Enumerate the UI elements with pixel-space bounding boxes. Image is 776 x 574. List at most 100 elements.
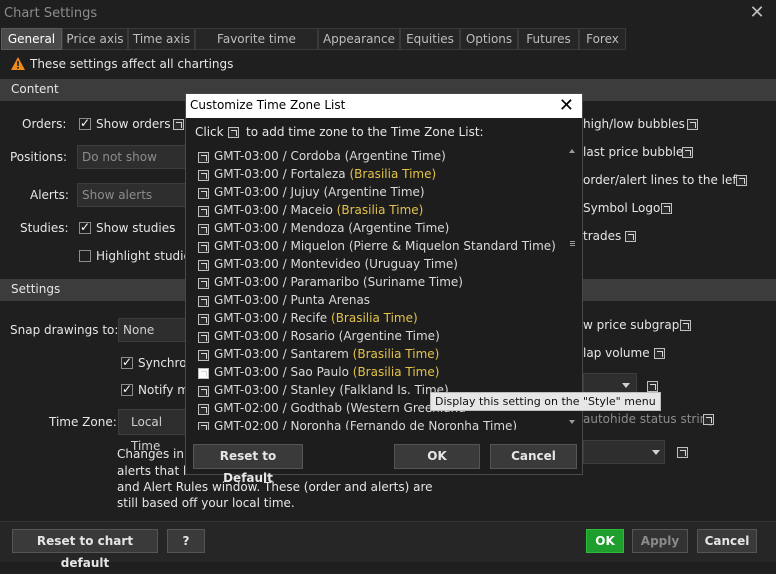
style-menu-icon[interactable]: [173, 119, 184, 130]
cancel-button[interactable]: Cancel: [697, 529, 757, 553]
dialog-titlebar: Customize Time Zone List ✕: [186, 94, 582, 118]
tab-price-axis[interactable]: Price axis: [62, 28, 128, 50]
style-menu-icon[interactable]: [736, 175, 747, 186]
add-time-zone-icon[interactable]: [198, 296, 209, 307]
time-zone-name: GMT-03:00 / Recife: [214, 311, 328, 325]
dialog-ok-button[interactable]: OK: [394, 444, 480, 469]
time-zone-name: GMT-02:00 / Noronha (Fernando de Noronha…: [214, 419, 518, 430]
chevron-down-icon: [652, 450, 660, 455]
tab-futures[interactable]: Futures: [518, 28, 579, 50]
add-time-zone-icon[interactable]: [198, 152, 209, 163]
add-time-zone-icon[interactable]: [198, 260, 209, 271]
tab-options[interactable]: Options: [460, 28, 518, 50]
add-time-zone-icon[interactable]: [198, 314, 209, 325]
time-zone-name: GMT-03:00 / Fortaleza: [214, 167, 346, 181]
section-settings-title: Settings: [11, 282, 61, 296]
add-time-zone-icon[interactable]: [198, 350, 209, 361]
time-zone-label: GMT-03:00 / Miquelon (Pierre & Miquelon …: [214, 239, 556, 253]
style-menu-tooltip: Display this setting on the "Style" menu: [430, 392, 661, 411]
time-zone-name: GMT-03:00 / Sao Paulo: [214, 365, 349, 379]
style-menu-icon[interactable]: [682, 147, 693, 158]
order-alert-lines-label: order/alert lines to the left: [583, 173, 742, 187]
time-zone-name: GMT-03:00 / Cordoba (Argentine Time): [214, 149, 446, 163]
close-icon[interactable]: ✕: [559, 94, 574, 118]
style-menu-icon[interactable]: [647, 381, 658, 392]
positions-label: Positions:: [10, 150, 68, 164]
add-time-zone-icon[interactable]: [198, 278, 209, 289]
time-zone-list[interactable]: GMT-03:00 / Cordoba (Argentine Time) GMT-…: [194, 146, 578, 430]
positions-dropdown[interactable]: Do not show: [77, 145, 187, 169]
time-zone-label: GMT-03:00 / Rosario (Argentine Time): [214, 329, 440, 343]
time-zone-label: GMT-03:00 / Cordoba (Argentine Time): [214, 149, 446, 163]
style-menu-icon[interactable]: [625, 231, 636, 242]
time-zone-label: GMT-03:00 / Montevideo (Uruguay Time): [214, 257, 458, 271]
time-zone-name: GMT-03:00 / Paramaribo (Suriname Time): [214, 275, 463, 289]
tab-general[interactable]: General: [1, 28, 62, 50]
show-studies-label: Show studies: [96, 221, 176, 235]
apply-button[interactable]: Apply: [632, 529, 688, 553]
add-time-zone-icon[interactable]: [198, 368, 209, 379]
add-time-zone-icon[interactable]: [198, 170, 209, 181]
highlight-studies-checkbox[interactable]: [79, 250, 91, 262]
time-zone-name: GMT-02:00 / Godthab (Western Greenland: [214, 401, 466, 415]
time-zone-name: GMT-03:00 / Jujuy (Argentine Time): [214, 185, 425, 199]
tab-appearance[interactable]: Appearance: [318, 28, 400, 50]
time-zone-highlight: (Brasilia Time): [352, 347, 440, 361]
time-zone-label: Time Zone:: [49, 415, 117, 429]
style-menu-icon[interactable]: [703, 414, 714, 425]
studies-label: Studies:: [20, 221, 69, 235]
window-titlebar: Chart Settings ✕: [0, 0, 776, 28]
time-zone-label: GMT-03:00 / Paramaribo (Suriname Time): [214, 275, 463, 289]
add-time-zone-icon[interactable]: [198, 206, 209, 217]
time-zone-highlight: (Brasilia Time): [349, 167, 437, 181]
trades-label: trades: [583, 229, 622, 243]
help-button[interactable]: ?: [167, 529, 205, 553]
style-menu-icon[interactable]: [661, 203, 672, 214]
close-icon[interactable]: ✕: [748, 3, 766, 23]
tab-time-axis[interactable]: Time axis: [128, 28, 195, 50]
ok-button[interactable]: OK: [586, 529, 624, 553]
add-time-zone-icon[interactable]: [198, 242, 209, 253]
add-time-zone-icon[interactable]: [198, 224, 209, 235]
time-zone-label: GMT-03:00 / Sao Paulo (Brasilia Time): [214, 365, 439, 379]
highlight-studies-label: Highlight studies: [96, 249, 198, 263]
show-orders-checkbox[interactable]: [79, 116, 91, 130]
tab-favorite-time-frames[interactable]: Favorite time frames: [195, 28, 318, 66]
add-time-zone-icon[interactable]: [198, 422, 209, 430]
snap-drawings-dropdown[interactable]: None: [118, 318, 188, 342]
style-menu-icon[interactable]: [680, 320, 691, 331]
price-subgraph-label: w price subgraph: [583, 318, 687, 332]
time-zone-name: GMT-03:00 / Miquelon (Pierre & Miquelon …: [214, 239, 556, 253]
style-menu-icon[interactable]: [654, 348, 665, 359]
reset-to-chart-default-button[interactable]: Reset to chart default: [12, 529, 158, 570]
dialog-instruction-prefix: Click: [195, 125, 224, 139]
notice-text: These settings affect all chartings: [30, 57, 234, 71]
tab-forex[interactable]: Forex: [579, 28, 626, 50]
time-zone-name: GMT-03:00 / Maceio: [214, 203, 333, 217]
add-time-zone-icon[interactable]: [198, 332, 209, 343]
style-menu-icon[interactable]: [677, 447, 688, 458]
dialog-cancel-button[interactable]: Cancel: [490, 444, 577, 469]
reset-to-default-button[interactable]: Reset to Default: [193, 444, 303, 485]
add-time-zone-icon[interactable]: [198, 188, 209, 199]
time-zone-name: GMT-03:00 / Rosario (Argentine Time): [214, 329, 440, 343]
window-title: Chart Settings: [4, 6, 98, 21]
alerts-dropdown[interactable]: Show alerts: [77, 183, 187, 207]
tab-equities[interactable]: Equities: [400, 28, 460, 50]
high-low-bubbles-label: high/low bubbles: [583, 117, 685, 131]
synchronize-checkbox[interactable]: [121, 355, 133, 369]
notify-checkbox[interactable]: [121, 382, 133, 396]
show-studies-checkbox[interactable]: [79, 220, 91, 234]
time-zone-label: GMT-02:00 / Godthab (Western Greenland: [214, 401, 466, 415]
show-orders-label: Show orders: [96, 117, 171, 131]
add-time-zone-icon[interactable]: [198, 386, 209, 397]
list-scrollbar[interactable]: [566, 146, 578, 430]
time-zone-label: GMT-03:00 / Punta Arenas: [214, 293, 370, 307]
time-zone-dropdown[interactable]: Local Time: [118, 409, 188, 453]
time-zone-highlight: (Brasilia Time): [331, 311, 418, 325]
time-zone-name: GMT-03:00 / Mendoza (Argentine Time): [214, 221, 450, 235]
style-menu-icon[interactable]: [687, 119, 698, 130]
add-time-zone-icon[interactable]: [198, 404, 209, 415]
time-zone-highlight: (Brasilia Time): [336, 203, 424, 217]
add-icon: [228, 127, 239, 138]
